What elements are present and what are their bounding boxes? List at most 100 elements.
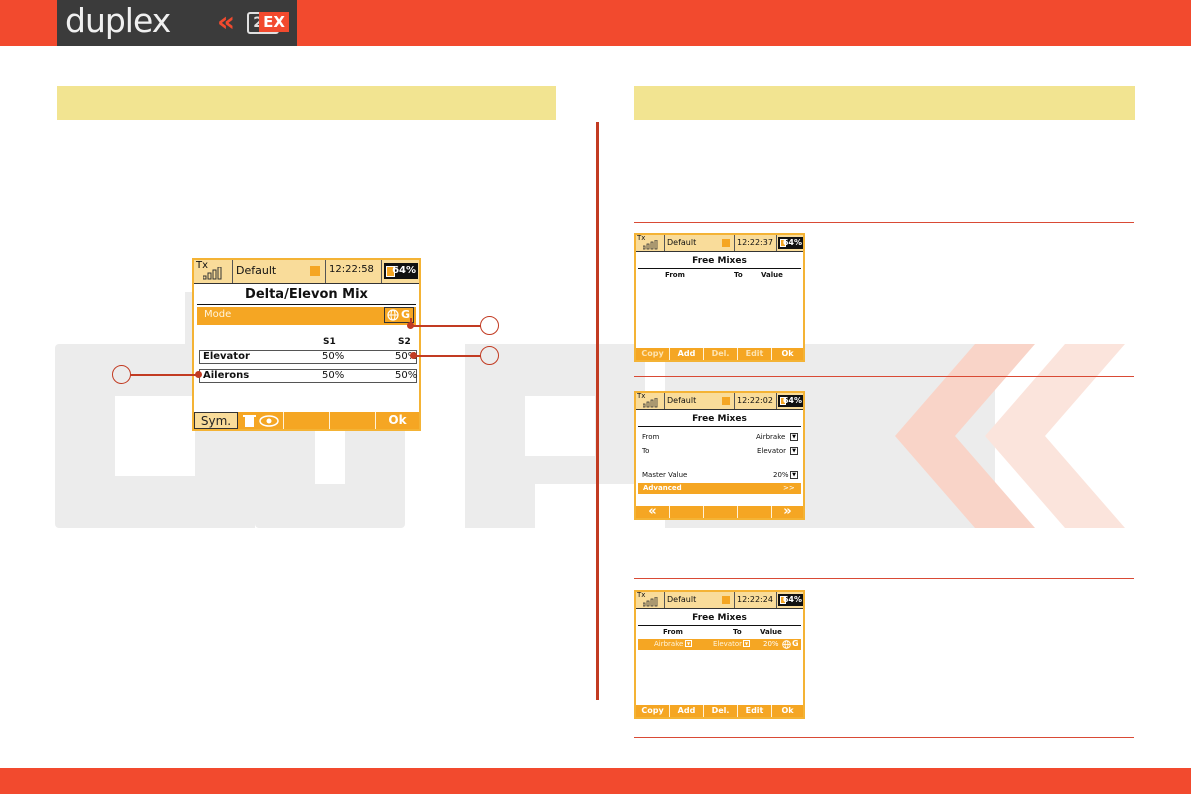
- callout-circle-1: [480, 316, 499, 335]
- left-section-band: [57, 86, 556, 120]
- profile-name: Default: [667, 238, 697, 247]
- status-bar: Tx Default 12:22:02 64%: [636, 393, 803, 410]
- status-bar: Tx Default 12:22:58 64%: [194, 260, 419, 284]
- next-page-button[interactable]: »: [772, 505, 803, 518]
- copy-button[interactable]: Copy: [636, 348, 670, 360]
- profile-name: Default: [667, 595, 697, 604]
- time-cell: 12:22:37: [734, 235, 777, 251]
- edit-button[interactable]: Edit: [738, 705, 772, 717]
- mix-g: G: [792, 639, 799, 648]
- from-dropdown-icon[interactable]: ▼: [685, 640, 692, 647]
- time-cell: 12:22:58: [325, 260, 382, 283]
- callout-dot-ailerons: [195, 371, 202, 378]
- f3-button[interactable]: [704, 506, 738, 518]
- to-dropdown-icon[interactable]: ▼: [743, 640, 750, 647]
- del-button[interactable]: Del.: [704, 348, 738, 360]
- f4-button[interactable]: [330, 412, 376, 429]
- profile-cell: Default: [232, 260, 326, 283]
- edit-button[interactable]: Edit: [738, 348, 772, 360]
- col-value: Value: [761, 271, 783, 279]
- profile-name: Default: [236, 264, 277, 277]
- advanced-row[interactable]: Advanced >>: [638, 483, 801, 494]
- mix-to: Elevator: [713, 640, 743, 648]
- battery-indicator: 64%: [778, 594, 803, 606]
- row-ailerons[interactable]: Ailerons 50% 50%: [199, 369, 417, 383]
- reset-view-button[interactable]: [238, 412, 284, 429]
- row-s1: 50%: [322, 370, 345, 381]
- f2-button[interactable]: [670, 506, 704, 518]
- screen-title: Delta/Elevon Mix: [245, 287, 368, 302]
- delta-elevon-screen: Tx Default 12:22:58 64% Delta/Elevon Mix…: [192, 258, 421, 431]
- callout-leader-s2: [412, 355, 481, 357]
- master-value[interactable]: 20%: [773, 471, 789, 479]
- profile-cell: Default: [664, 235, 735, 251]
- from-value[interactable]: Airbrake: [756, 433, 785, 441]
- row-s2: 50%: [395, 370, 418, 381]
- callout-leader-mode: [411, 325, 481, 327]
- f3-button[interactable]: [284, 412, 330, 429]
- free-mixes-edit-screen: Tx Default 12:22:02 64% Free Mixes From …: [634, 391, 805, 520]
- advanced-arrow: >>: [783, 484, 795, 492]
- battery-indicator: 64%: [778, 237, 803, 249]
- row-elevator[interactable]: Elevator 50% 50%: [199, 350, 417, 364]
- add-button[interactable]: Add: [670, 348, 704, 360]
- right-section-band: [634, 86, 1135, 120]
- battery-percent: 64%: [782, 238, 802, 247]
- col-to: To: [734, 271, 743, 279]
- row-label: Ailerons: [203, 370, 250, 381]
- title-underline: [197, 304, 416, 305]
- battery-percent: 64%: [782, 396, 802, 405]
- sym-button[interactable]: Sym.: [194, 412, 238, 429]
- master-value-label: Master Value: [642, 471, 688, 479]
- to-label: To: [642, 447, 650, 455]
- col-from: From: [665, 271, 685, 279]
- screen-title: Free Mixes: [692, 256, 747, 266]
- to-value[interactable]: Elevator: [757, 447, 786, 455]
- screen-title: Free Mixes: [692, 414, 747, 424]
- profile-cell: Default: [664, 592, 735, 608]
- globe-icon: [387, 309, 399, 321]
- prev-page-button[interactable]: «: [636, 505, 670, 518]
- callout-circle-2: [480, 346, 499, 365]
- title-underline: [638, 625, 801, 626]
- advanced-label: Advanced: [643, 484, 682, 492]
- ok-button[interactable]: Ok: [772, 705, 803, 717]
- master-dropdown-icon[interactable]: ▼: [790, 471, 798, 479]
- add-button[interactable]: Add: [670, 705, 704, 717]
- profile-indicator: [722, 239, 730, 247]
- battery-indicator: 64%: [384, 263, 418, 279]
- signal-bars-icon: [203, 267, 222, 280]
- callout-circle-3: [112, 365, 131, 384]
- globe-icon: [782, 640, 791, 649]
- screen-title: Free Mixes: [692, 613, 747, 623]
- callout-dot-s2: [410, 352, 417, 359]
- clock: 12:22:02: [737, 396, 773, 405]
- ok-button[interactable]: Ok: [772, 348, 803, 360]
- separator-2: [634, 376, 1134, 377]
- from-label: From: [642, 433, 660, 441]
- mix-row[interactable]: Airbrake ▼ Elevator ▼ 20% G: [638, 639, 801, 650]
- mode-row[interactable]: Mode G: [197, 307, 416, 325]
- from-dropdown-icon[interactable]: ▼: [790, 433, 798, 441]
- function-bar: Copy Add Del. Edit Ok: [636, 705, 803, 717]
- status-bar: Tx Default 12:22:24 64%: [636, 592, 803, 609]
- col-to: To: [733, 628, 742, 636]
- callout-leader-ailerons: [130, 374, 198, 376]
- mode-g: G: [401, 308, 411, 321]
- to-dropdown-icon[interactable]: ▼: [790, 447, 798, 455]
- profile-indicator: [310, 266, 320, 276]
- battery-percent: 64%: [392, 265, 416, 276]
- f4-button[interactable]: [738, 506, 772, 518]
- col-header-s1: S1: [323, 337, 336, 347]
- logo-chevrons: «: [217, 5, 235, 38]
- col-from: From: [663, 628, 683, 636]
- column-divider: [596, 122, 599, 700]
- title-underline: [638, 268, 801, 269]
- signal-cell: Tx: [636, 393, 665, 409]
- ok-button[interactable]: Ok: [376, 412, 419, 429]
- function-bar: « »: [636, 505, 803, 518]
- free-mixes-empty-screen: Tx Default 12:22:37 64% Free Mixes From …: [634, 233, 805, 362]
- copy-button[interactable]: Copy: [636, 705, 670, 717]
- del-button[interactable]: Del.: [704, 705, 738, 717]
- signal-bars-icon: [643, 597, 658, 607]
